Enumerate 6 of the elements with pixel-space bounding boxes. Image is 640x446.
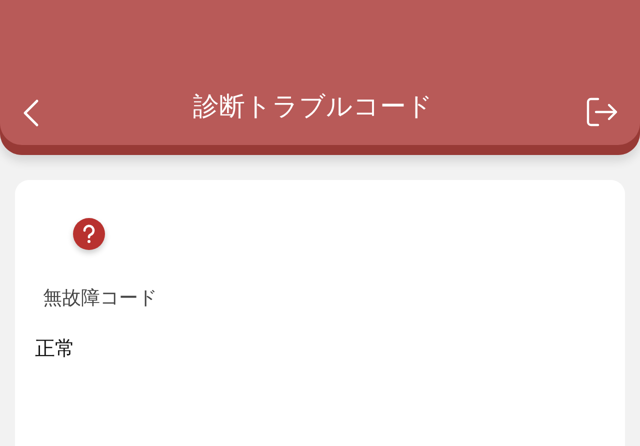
back-icon[interactable] xyxy=(22,99,40,127)
status-value: 正常 xyxy=(35,334,76,362)
logout-icon[interactable] xyxy=(586,97,618,127)
page-title: 診断トラブルコード xyxy=(193,91,433,124)
status-label: 無故障コード xyxy=(43,286,158,311)
help-icon[interactable] xyxy=(73,218,105,250)
